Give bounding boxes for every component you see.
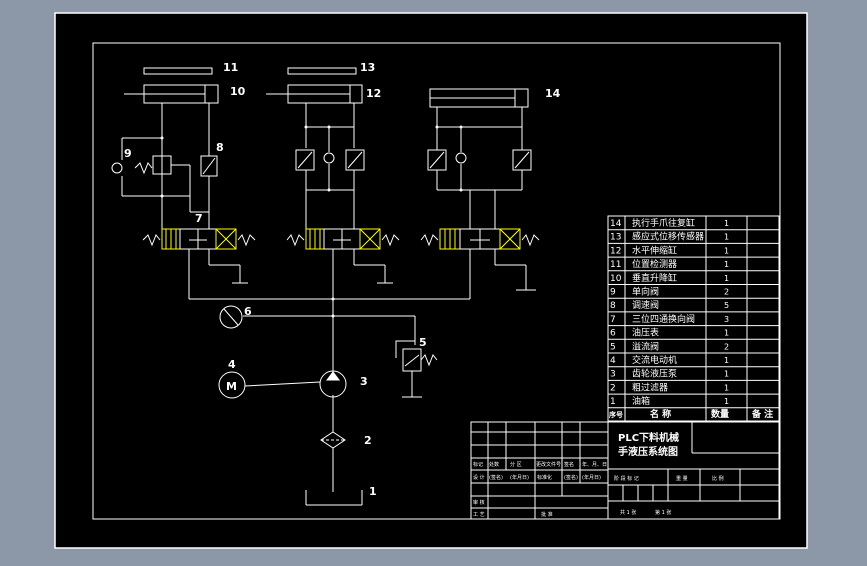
parts-row-name: 调速阀 [632,300,659,311]
callout-9: 9 [124,147,132,160]
parts-row-no: 12 [610,246,621,256]
label-count: 处数 [489,461,499,468]
parts-row-no: 8 [610,301,616,311]
parts-row-name: 感应式位移传感器 [632,231,704,243]
parts-row-qty: 1 [724,356,729,365]
header-name: 名 称 [650,408,671,420]
design-sign: (签名) [489,474,503,481]
scale-label: 比 例 [712,475,724,482]
parts-row-no: 1 [610,397,616,407]
label-zone: 分 区 [510,461,522,468]
parts-row-no: 7 [610,315,616,325]
parts-row-no: 5 [610,342,616,352]
parts-row-qty: 1 [724,233,729,242]
parts-row-no: 13 [610,233,621,243]
header-remark: 备 注 [751,408,773,420]
callout-4: 4 [228,358,236,371]
approve-label: 批 准 [541,511,553,518]
parts-row-qty: 2 [724,288,729,297]
callout-3: 3 [360,375,368,388]
drawing-title-line1: PLC下料机械 [618,431,679,444]
label-sign: 签名 [564,461,574,468]
design-label: 设 计 [473,474,485,481]
motor-symbol: M [226,380,237,393]
standard-date: (年月日) [582,474,601,481]
callout-14: 14 [545,87,561,100]
parts-row-name: 粗过滤器 [632,381,668,393]
parts-row-name: 交流电动机 [632,354,677,366]
header-qty: 数量 [711,408,729,420]
weight-label: 重 量 [676,475,688,482]
sheet-number: 第 1 张 [655,509,671,516]
parts-row-name: 执行手爪往复缸 [632,217,695,229]
parts-row-name: 溢流阀 [632,340,659,352]
stage-mark-label: 阶 段 标 记 [614,475,639,482]
drawing-sheet [54,12,808,549]
drawing-canvas: 11 10 13 12 14 9 8 7 6 5 4 3 2 1 M 14 执行手… [0,0,867,562]
callout-12: 12 [366,87,381,100]
parts-row-no: 3 [610,370,616,380]
parts-row-name: 水平伸缩缸 [632,244,677,256]
review-label: 审 核 [473,499,485,506]
parts-row-name: 齿轮液压泵 [632,368,677,380]
callout-11: 11 [223,61,238,74]
parts-row-name: 油箱 [632,395,650,407]
sheet-total: 共 1 张 [620,509,636,516]
parts-row-name: 位置检测器 [632,258,677,270]
standard-sign: (签名) [564,474,578,481]
parts-row-name: 单向阀 [632,286,659,298]
standard-label: 标准化 [537,474,552,481]
parts-row-name: 三位四通换向阀 [632,313,695,325]
design-date: (年月日) [510,474,529,481]
callout-13: 13 [360,61,375,74]
callout-8: 8 [216,141,224,154]
callout-7: 7 [195,212,203,225]
callout-1: 1 [369,485,377,498]
parts-row-qty: 5 [724,301,729,310]
process-label: 工 艺 [473,512,485,518]
parts-row-qty: 1 [724,370,729,379]
parts-row-qty: 1 [724,260,729,269]
callout-2: 2 [364,434,372,447]
parts-row-no: 4 [610,356,616,366]
label-date: 年、月、日 [582,461,607,468]
parts-row-qty: 1 [724,246,729,255]
parts-row-qty: 1 [724,397,729,406]
parts-row-qty: 1 [724,219,729,228]
label-change-doc: 更改文件号 [536,461,561,468]
parts-row-no: 10 [610,274,622,284]
parts-row-no: 11 [610,260,621,270]
drawing-title-line2: 手液压系统图 [618,445,678,458]
parts-row-no: 2 [610,383,616,393]
callout-5: 5 [419,336,427,349]
parts-row-no: 9 [610,288,616,298]
parts-row-name: 垂直升降缸 [632,272,677,284]
callout-10: 10 [230,85,246,98]
parts-row-qty: 3 [724,315,729,324]
parts-row-qty: 2 [724,342,729,351]
label-mark: 标记 [473,461,483,468]
parts-row-qty: 1 [724,274,729,283]
header-no: 序号 [608,410,623,419]
parts-row-no: 14 [610,219,622,229]
parts-row-qty: 1 [724,329,729,338]
hydraulic-schematic: 11 10 13 12 14 9 8 7 6 5 4 3 2 1 M 14 执行手… [0,0,867,562]
callout-6: 6 [244,305,252,318]
parts-row-name: 油压表 [632,327,659,339]
parts-row-no: 6 [610,329,616,339]
parts-row-qty: 1 [724,383,729,392]
